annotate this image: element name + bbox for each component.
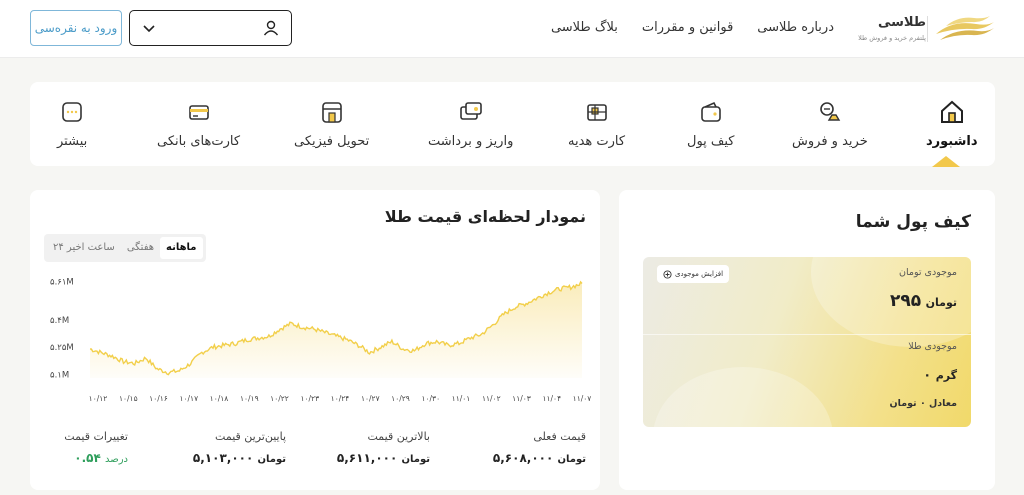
chevron-down-icon xyxy=(143,25,155,33)
x-tick-label: ۱۰/۱۸ xyxy=(210,394,229,403)
x-tick-label: ۱۰/۱۹ xyxy=(240,394,259,403)
logo-tagline: پلتفرم خرید و فروش طلا xyxy=(858,34,926,42)
logo-mark-icon xyxy=(936,16,994,40)
plus-circle-icon xyxy=(663,269,672,279)
x-tick-label: ۱۰/۱۲ xyxy=(89,394,108,403)
y-tick-label: ۵.۲۵M xyxy=(50,343,74,353)
wallet-title: کیف پول شما xyxy=(855,212,971,232)
nav-about[interactable]: درباره طلاسی xyxy=(757,20,834,35)
x-tick-label: ۱۰/۲۳ xyxy=(300,394,319,403)
period-tabs: ماهانه هفتگی ۲۴ ساعت اخیر xyxy=(44,234,206,262)
gold-balance-label: موجودی طلا xyxy=(908,341,957,352)
deposit-icon xyxy=(459,102,482,120)
toman-unit: تومان xyxy=(925,296,957,309)
x-tick-label: ۱۰/۱۷ xyxy=(179,394,198,403)
menu-item-bank-cards[interactable]: کارت‌های بانکی xyxy=(157,98,240,149)
stat-label: تغییرات قیمت xyxy=(64,430,128,443)
stat-value: تومان ۵,۱۰۳,۰۰۰ xyxy=(192,451,286,465)
chart-title: نمودار لحظه‌ای قیمت طلا xyxy=(384,207,586,226)
stat-label: قیمت فعلی xyxy=(533,430,586,443)
x-tick-label: ۱۰/۲۹ xyxy=(391,394,410,403)
active-menu-indicator xyxy=(932,156,960,167)
gold-equivalent: معادل ۰ تومان xyxy=(889,398,957,409)
nav-rules[interactable]: قوانین و مقررات xyxy=(642,20,733,35)
stat-label: پایین‌ترین قیمت xyxy=(215,430,286,443)
tab-monthly[interactable]: ماهانه xyxy=(160,237,203,259)
x-tick-label: ۱۰/۱۶ xyxy=(149,394,168,403)
header: طلاسی پلتفرم خرید و فروش طلا درباره طلاس… xyxy=(0,0,1024,58)
store-icon xyxy=(321,102,342,123)
login-button[interactable]: ورود به نقره‌سی xyxy=(30,10,122,46)
more-icon xyxy=(62,102,82,122)
main-nav: درباره طلاسی قوانین و مقررات بلاگ طلاسی xyxy=(551,20,834,35)
logo-name: طلاسی xyxy=(877,15,926,30)
logo-text: طلاسی پلتفرم خرید و فروش طلا xyxy=(858,15,926,42)
stat-value: درصد ۰.۵۴ xyxy=(74,451,128,465)
menu-label-physical-delivery: تحویل فیزیکی xyxy=(294,134,370,149)
x-tick-label: ۱۰/۱۵ xyxy=(119,394,138,403)
gold-unit: گرم xyxy=(935,369,957,382)
wallet-card: کیف پول شما موجودی تومان افزایش موجودی ت… xyxy=(619,190,995,490)
bank-card-icon xyxy=(188,105,209,120)
y-tick-label: ۵.۱M xyxy=(50,370,69,380)
menu-item-physical-delivery[interactable]: تحویل فیزیکی xyxy=(294,98,369,149)
menu-item-gift-card[interactable]: کارت هدیه xyxy=(568,98,625,149)
menu-label-bank-cards: کارت‌های بانکی xyxy=(157,134,241,149)
x-tick-label: ۱۰/۲۴ xyxy=(331,394,350,403)
logo-divider xyxy=(927,16,928,42)
stat-value: تومان ۵,۶۱۱,۰۰۰ xyxy=(336,451,430,465)
user-icon xyxy=(263,20,279,36)
menu-item-deposit-withdraw[interactable]: واریز و برداشت xyxy=(428,98,513,149)
stat-current-price: قیمت فعلی تومان ۵,۶۰۸,۰۰۰ xyxy=(493,430,586,465)
x-tick-label: ۱۰/۳۰ xyxy=(421,394,440,403)
card-divider xyxy=(643,334,971,335)
balance-card: موجودی تومان افزایش موجودی تومان ۲۹۵ موج… xyxy=(643,257,971,427)
increase-balance-label: افزایش موجودی xyxy=(675,270,724,278)
menu-label-wallet: کیف پول xyxy=(687,134,735,149)
wallet-icon xyxy=(700,101,721,122)
tab-weekly[interactable]: هفتگی xyxy=(121,237,160,259)
gold-price-chart-card: نمودار لحظه‌ای قیمت طلا ماهانه هفتگی ۲۴ … xyxy=(30,190,600,490)
logo[interactable]: طلاسی پلتفرم خرید و فروش طلا xyxy=(856,12,996,46)
x-tick-label: ۱۰/۲۷ xyxy=(361,394,380,403)
x-tick-label: ۱۱/۰۴ xyxy=(542,394,561,403)
gold-balance-value: ۰ xyxy=(923,368,932,383)
menu-item-trade[interactable]: خرید و فروش xyxy=(792,98,868,149)
increase-balance-button[interactable]: افزایش موجودی xyxy=(657,265,730,283)
menu-item-more[interactable]: بیشتر xyxy=(57,98,87,149)
stat-highest-price: بالاترین قیمت تومان ۵,۶۱۱,۰۰۰ xyxy=(337,430,430,465)
stat-value: تومان ۵,۶۰۸,۰۰۰ xyxy=(492,451,586,465)
card-decoration xyxy=(653,367,833,427)
gift-card-icon xyxy=(586,104,607,121)
x-tick-label: ۱۱/۰۳ xyxy=(512,394,531,403)
home-icon xyxy=(940,100,963,123)
menu-label-deposit-withdraw: واریز و برداشت xyxy=(428,134,514,149)
toman-balance-label: موجودی تومان xyxy=(899,267,957,278)
exchange-icon xyxy=(820,102,841,121)
toman-balance-value: ۲۹۵ xyxy=(889,291,922,311)
stat-label: بالاترین قیمت xyxy=(367,430,431,443)
stat-price-change: تغییرات قیمت درصد ۰.۵۴ xyxy=(64,430,128,465)
x-tick-label: ۱۱/۰۷ xyxy=(573,394,592,403)
menu-item-dashboard[interactable]: داشبورد xyxy=(926,98,978,149)
account-dropdown[interactable] xyxy=(129,10,292,46)
x-tick-label: ۱۱/۰۲ xyxy=(482,394,501,403)
stat-lowest-price: پایین‌ترین قیمت تومان ۵,۱۰۳,۰۰۰ xyxy=(193,430,286,465)
gold-balance: گرم ۰ xyxy=(923,368,957,383)
nav-blog[interactable]: بلاگ طلاسی xyxy=(551,20,618,35)
tab-24h[interactable]: ۲۴ ساعت اخیر xyxy=(47,237,121,259)
price-chart: ۵.۱M ۵.۲۵M ۵.۴M ۵.۶۱M ۱۰/۱۲ ۱۰/۱۵ ۱۰/۱۶ ۱۰/۱۷ ۱۰… xyxy=(50,278,592,403)
menu-label-more: بیشتر xyxy=(57,134,88,149)
menu-label-trade: خرید و فروش xyxy=(792,134,868,149)
x-tick-label: ۱۰/۲۲ xyxy=(270,394,289,403)
menu-label-gift-card: کارت هدیه xyxy=(568,134,626,149)
y-tick-label: ۵.۴M xyxy=(50,316,69,326)
toman-balance: تومان ۲۹۵ xyxy=(890,291,957,311)
menu-label-dashboard: داشبورد xyxy=(926,134,978,149)
dashboard-menu: داشبورد خرید و فروش کیف پول کارت هدیه وا… xyxy=(30,82,995,167)
x-tick-label: ۱۱/۰۱ xyxy=(452,394,471,403)
price-area xyxy=(90,281,582,378)
menu-item-wallet[interactable]: کیف پول xyxy=(687,98,734,149)
y-tick-label: ۵.۶۱M xyxy=(50,278,74,288)
